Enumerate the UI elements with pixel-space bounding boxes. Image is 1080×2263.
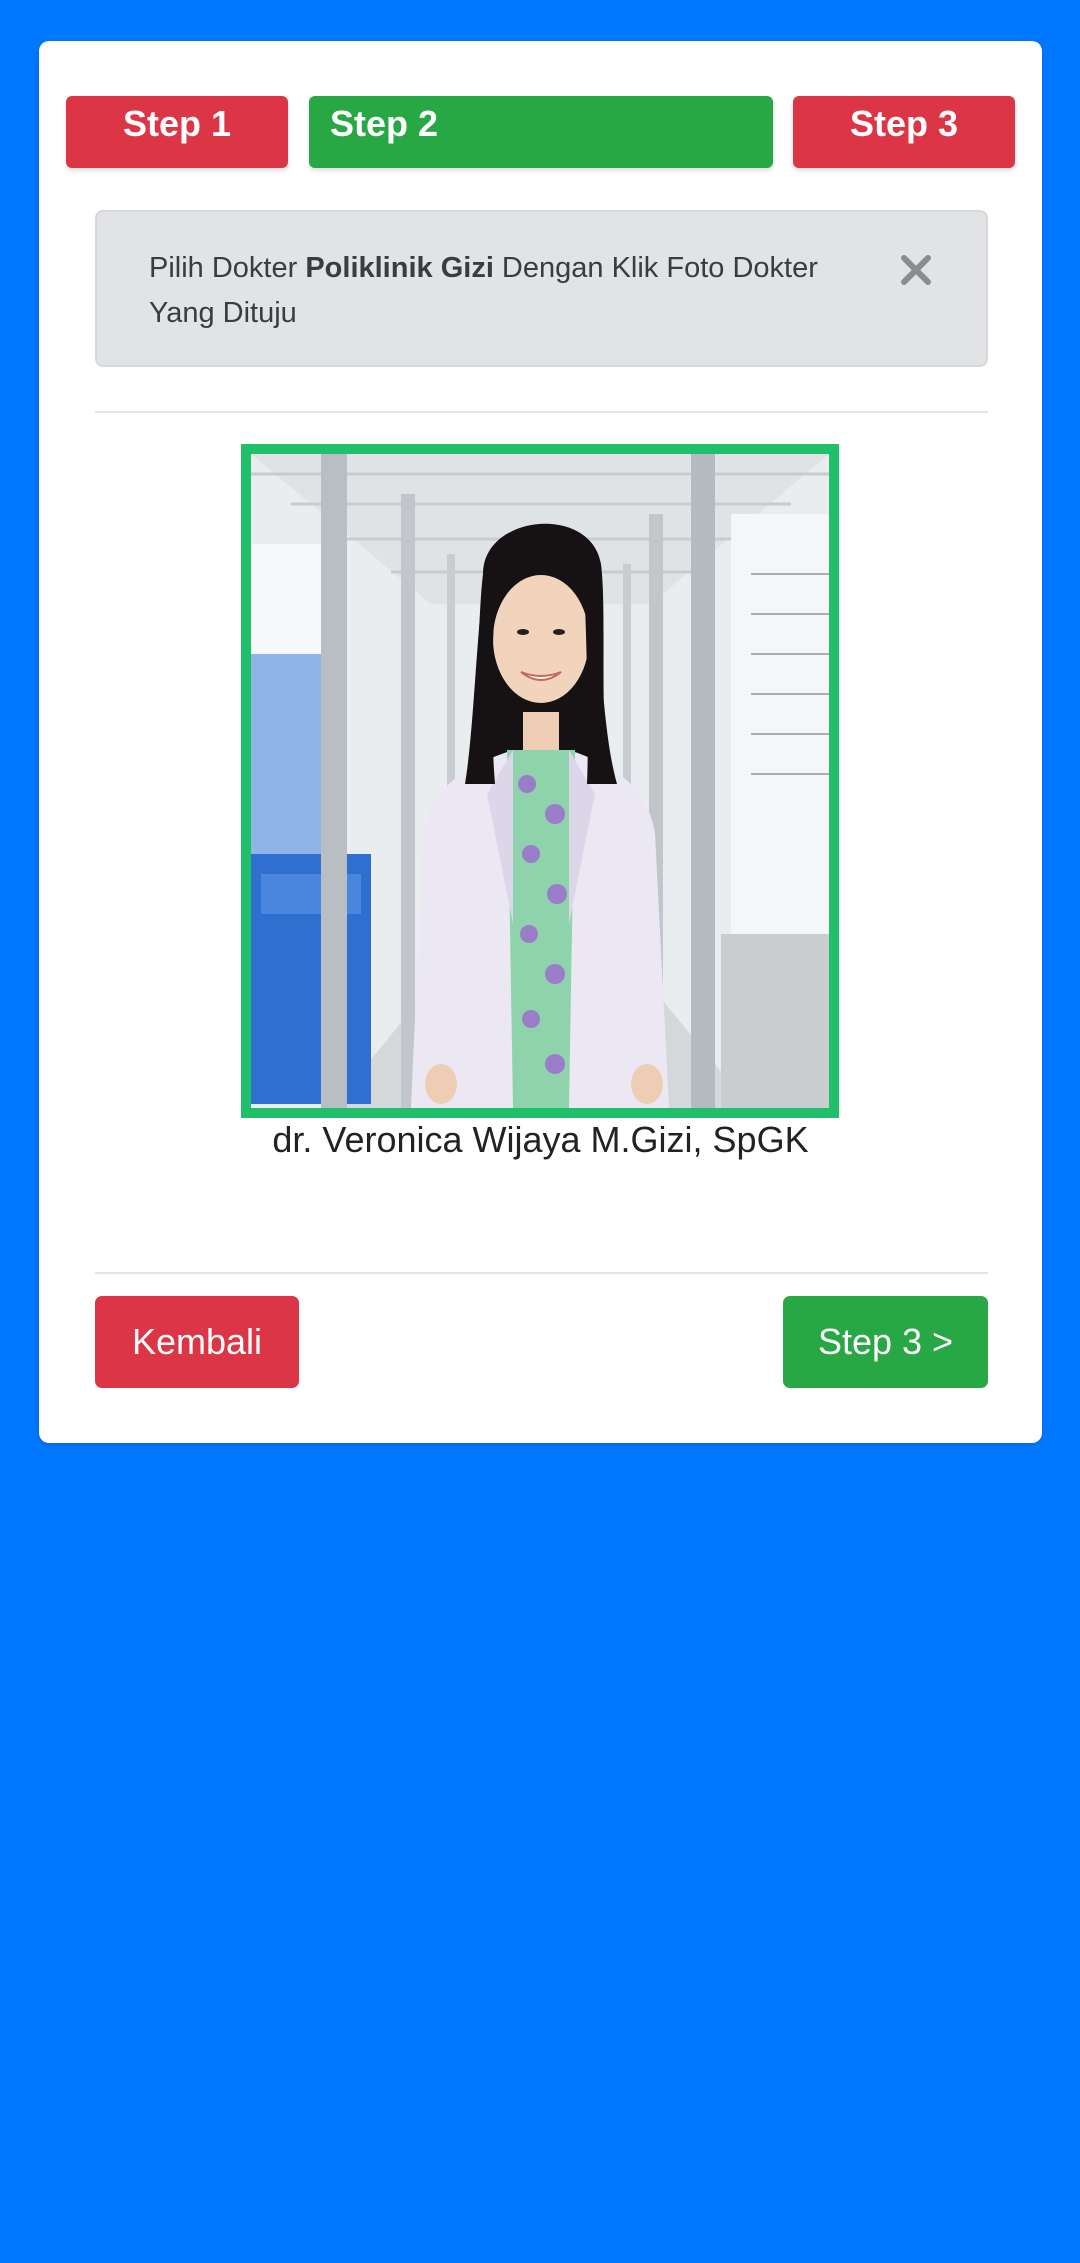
wizard-card: Step 1 Step 2 Step 3 Pilih Dokter Polikl… [39,41,1042,1443]
divider [95,1272,988,1274]
divider [95,411,988,413]
alert-prefix: Pilih Dokter [149,252,306,284]
instruction-alert: Pilih Dokter Poliklinik Gizi Dengan Klik… [95,210,988,367]
alert-message: Pilih Dokter Poliklinik Gizi Dengan Klik… [149,246,829,336]
back-button[interactable]: Kembali [95,1296,299,1388]
doctor-photo-illustration [251,454,829,1108]
step-2-button[interactable]: Step 2 [309,96,773,168]
doctor-photo[interactable] [241,444,839,1118]
step-1-button[interactable]: Step 1 [66,96,288,168]
alert-highlight: Poliklinik Gizi [305,252,494,284]
step-3-button[interactable]: Step 3 [793,96,1015,168]
close-icon[interactable] [896,250,936,290]
next-step-button[interactable]: Step 3 > [783,1296,988,1388]
doctor-name: dr. Veronica Wijaya M.Gizi, SpGK [272,1119,809,1160]
